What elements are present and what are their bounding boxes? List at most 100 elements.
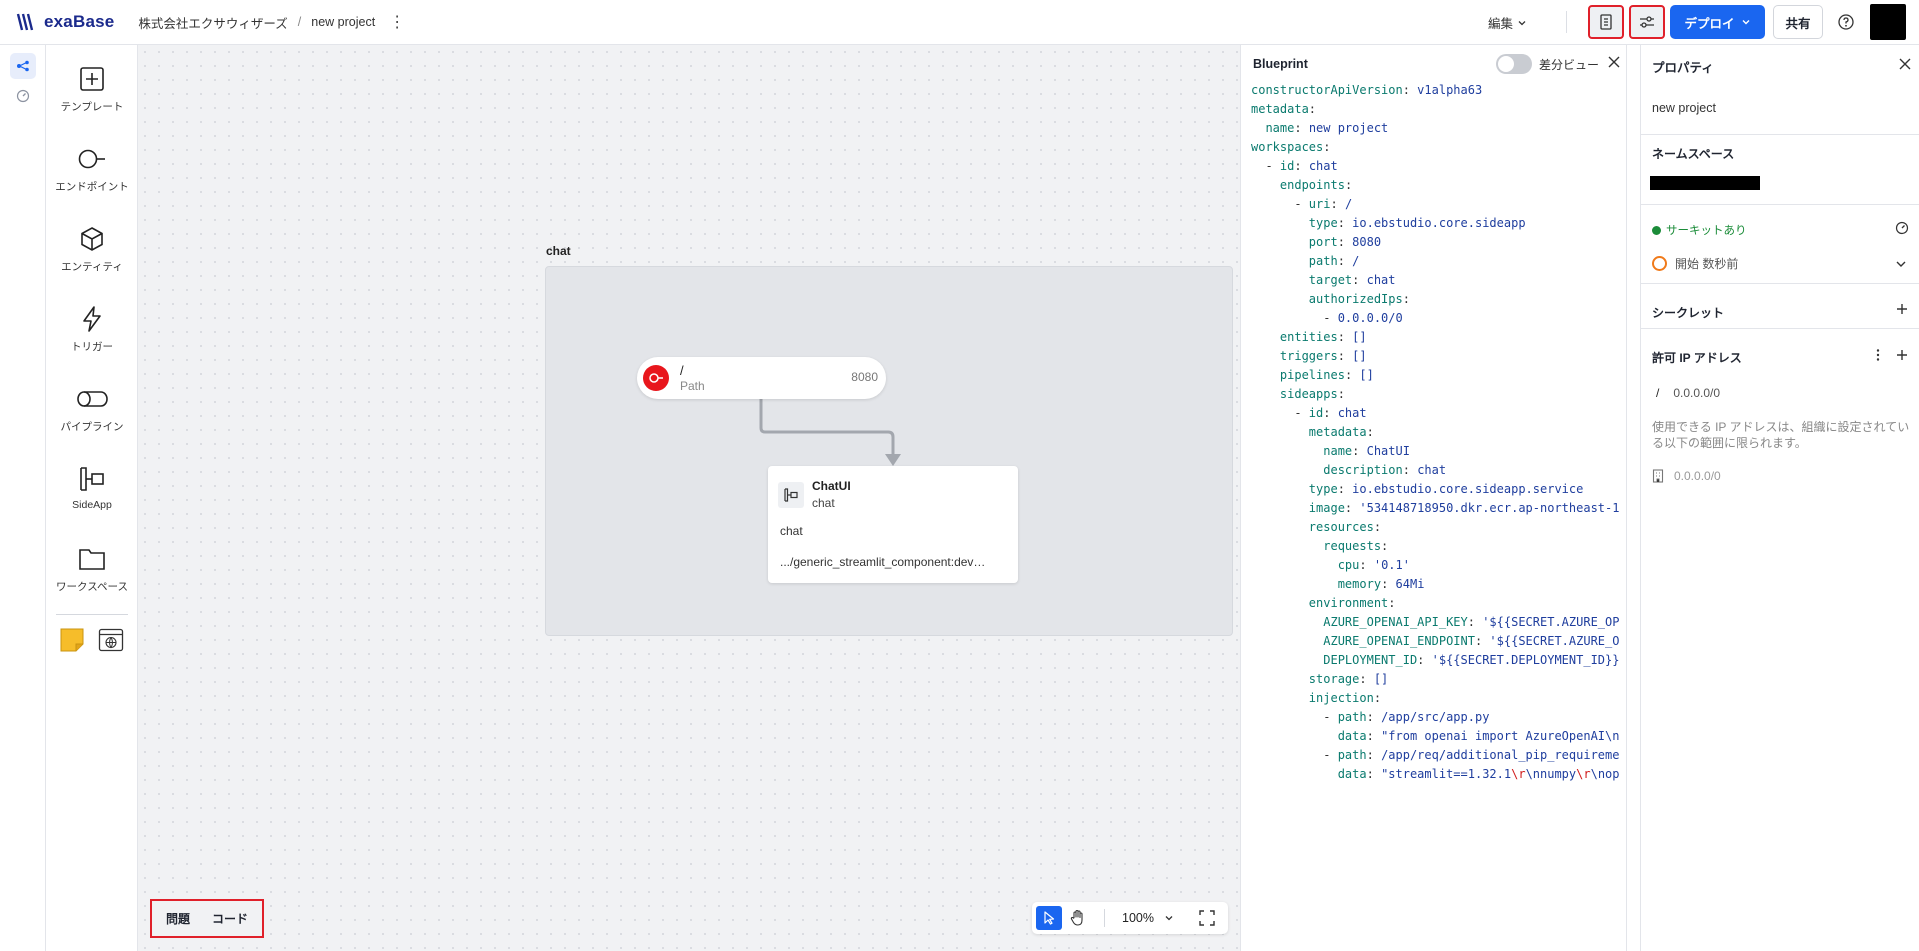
hand-tool-icon[interactable] bbox=[1068, 908, 1088, 928]
share-label: 共有 bbox=[1785, 16, 1811, 31]
palette-label: ワークスペース bbox=[56, 581, 128, 593]
palette-label: SideApp bbox=[72, 499, 112, 511]
fit-view-icon[interactable] bbox=[1198, 909, 1216, 927]
sideapp-node-description: chat bbox=[780, 524, 803, 538]
endpoint-node-path: / bbox=[680, 363, 684, 378]
endpoint-node[interactable]: / Path 8080 bbox=[637, 357, 886, 399]
properties-panel: プロパティ new project ネームスペース サーキットあり 開始 数秒前… bbox=[1640, 45, 1919, 951]
blueprint-toggle-button[interactable] bbox=[1588, 5, 1624, 39]
divider bbox=[1641, 283, 1919, 284]
cube-icon bbox=[81, 227, 103, 251]
gauge-icon bbox=[16, 89, 30, 103]
palette-label: テンプレート bbox=[60, 101, 124, 113]
pointer-tool-button[interactable] bbox=[1036, 906, 1062, 930]
plus-square-icon bbox=[80, 67, 104, 91]
help-icon[interactable] bbox=[1836, 12, 1856, 32]
tab-issues[interactable]: 問題 bbox=[166, 910, 190, 927]
palette-trigger[interactable]: トリガー bbox=[46, 305, 138, 354]
breadcrumb-separator: / bbox=[297, 15, 302, 29]
zoom-level: 100% bbox=[1122, 911, 1154, 925]
logo[interactable]: exaBase bbox=[16, 12, 114, 32]
web-window-icon[interactable] bbox=[98, 627, 124, 653]
secret-title: シークレット bbox=[1652, 306, 1725, 320]
deploy-button[interactable]: デプロイ bbox=[1670, 5, 1765, 39]
diff-view-toggle[interactable] bbox=[1496, 54, 1532, 74]
org-ip-range-value: 0.0.0.0/0 bbox=[1674, 469, 1721, 483]
sideapp-icon bbox=[784, 488, 798, 502]
lightning-icon bbox=[83, 306, 101, 332]
deploy-label: デプロイ bbox=[1684, 16, 1735, 31]
project-name[interactable]: new project bbox=[1652, 101, 1716, 115]
add-ip-icon[interactable] bbox=[1895, 348, 1909, 362]
circuit-status: サーキットあり bbox=[1652, 222, 1747, 238]
palette-label: トリガー bbox=[71, 341, 113, 353]
chevron-down-icon bbox=[1518, 20, 1526, 25]
blueprint-yaml[interactable]: constructorApiVersion: v1alpha63 metadat… bbox=[1251, 81, 1626, 784]
sticky-note-icon[interactable] bbox=[59, 627, 85, 653]
sideapp-node-name: ChatUI bbox=[812, 479, 851, 493]
zoom-select[interactable]: 100% bbox=[1122, 911, 1174, 925]
endpoint-node-port: 8080 bbox=[851, 370, 878, 384]
palette-workspace[interactable]: ワークスペース bbox=[46, 545, 138, 594]
blueprint-scrollbar[interactable] bbox=[1626, 45, 1627, 951]
chevron-down-icon bbox=[1165, 916, 1173, 921]
palette-template[interactable]: テンプレート bbox=[46, 65, 138, 114]
palette-label: パイプライン bbox=[60, 421, 124, 433]
status-label: 開始 数秒前 bbox=[1675, 257, 1739, 271]
close-icon[interactable] bbox=[1607, 55, 1621, 69]
properties-toggle-button[interactable] bbox=[1629, 5, 1665, 39]
top-bar: exaBase 株式会社エクサウィザーズ / new project ⋮ 編集 … bbox=[0, 0, 1919, 45]
org-ip-range: 0.0.0.0/0 bbox=[1652, 469, 1721, 483]
more-vertical-icon[interactable] bbox=[1871, 348, 1885, 362]
bottom-panel-tabs: 問題 コード bbox=[150, 899, 264, 938]
palette-divider bbox=[56, 614, 128, 615]
allowed-ip-row[interactable]: / 0.0.0.0/0 bbox=[1656, 386, 1720, 400]
endpoint-icon bbox=[78, 149, 105, 169]
breadcrumb: 株式会社エクサウィザーズ / new project bbox=[138, 13, 375, 32]
palette-label: エンティティ bbox=[61, 261, 123, 273]
component-palette: テンプレート エンドポイント エンティティ トリガー パイプライン SideAp… bbox=[46, 45, 138, 951]
graph-icon bbox=[17, 60, 29, 72]
palette-label: エンドポイント bbox=[55, 181, 129, 193]
palette-pipeline[interactable]: パイプライン bbox=[46, 385, 138, 434]
tab-code[interactable]: コード bbox=[212, 910, 248, 927]
divider bbox=[1641, 328, 1919, 329]
breadcrumb-org[interactable]: 株式会社エクサウィザーズ bbox=[138, 13, 287, 32]
endpoint-node-type: Path bbox=[680, 379, 705, 393]
avatar[interactable] bbox=[1870, 4, 1906, 40]
left-rail bbox=[0, 45, 46, 951]
workspace-group-label: chat bbox=[546, 244, 571, 258]
sideapp-node-workspace: chat bbox=[812, 496, 835, 510]
edit-menu-label: 編集 bbox=[1488, 17, 1514, 31]
canvas-toolbar: 100% bbox=[1032, 902, 1228, 934]
exabase-logo-icon bbox=[16, 13, 34, 31]
palette-endpoint[interactable]: エンドポイント bbox=[46, 145, 138, 194]
sideapp-icon bbox=[80, 467, 104, 491]
circuit-label: サーキットあり bbox=[1666, 225, 1747, 237]
project-menu-icon[interactable]: ⋮ bbox=[389, 12, 405, 32]
palette-entity[interactable]: エンティティ bbox=[46, 225, 138, 274]
gauge-icon[interactable] bbox=[1895, 221, 1909, 235]
divider bbox=[1641, 204, 1919, 205]
diff-view-label: 差分ビュー bbox=[1539, 58, 1600, 72]
deployment-status[interactable]: 開始 数秒前 bbox=[1652, 255, 1738, 272]
workspace-icon bbox=[79, 549, 105, 570]
palette-sideapp[interactable]: SideApp bbox=[46, 465, 138, 511]
allowed-ip-value: 0.0.0.0/0 bbox=[1673, 386, 1721, 400]
logo-text: exaBase bbox=[44, 12, 115, 31]
share-button[interactable]: 共有 bbox=[1773, 5, 1823, 39]
close-icon[interactable] bbox=[1898, 57, 1912, 71]
rail-dashboard-button[interactable] bbox=[10, 83, 36, 109]
add-secret-icon[interactable] bbox=[1895, 302, 1909, 316]
chevron-down-icon[interactable] bbox=[1895, 258, 1907, 270]
properties-title: プロパティ bbox=[1652, 61, 1714, 75]
status-ring-icon bbox=[1652, 256, 1667, 271]
edit-menu[interactable]: 編集 bbox=[1488, 13, 1527, 32]
rail-canvas-button[interactable] bbox=[10, 53, 36, 79]
allowed-ip-path: / bbox=[1656, 386, 1660, 400]
sideapp-node[interactable]: ChatUI chat chat .../generic_streamlit_c… bbox=[768, 466, 1018, 583]
endpoint-node-icon bbox=[643, 365, 669, 391]
divider bbox=[1641, 134, 1919, 135]
namespace-value-redacted bbox=[1650, 176, 1760, 190]
breadcrumb-project[interactable]: new project bbox=[311, 15, 375, 29]
